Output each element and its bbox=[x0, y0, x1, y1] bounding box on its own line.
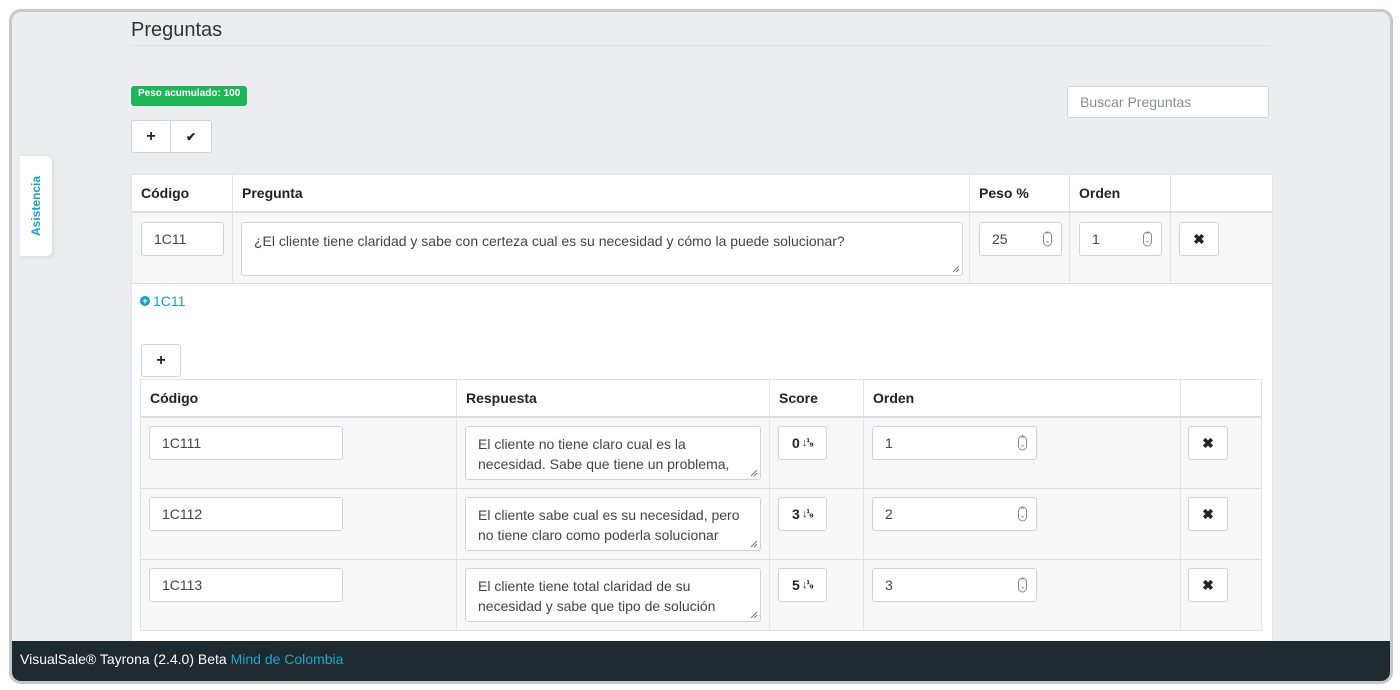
answers-table: Código Respuesta Score Orden 1C111 El cl… bbox=[140, 379, 1262, 631]
row-divider bbox=[132, 283, 1272, 284]
footer: VisualSale® Tayrona (2.4.0) Beta Mind de… bbox=[12, 641, 1390, 681]
weight-stepper[interactable]: 25 ⌃ ⌄ bbox=[979, 222, 1062, 256]
close-icon: ✖ bbox=[1202, 505, 1214, 522]
sort-numeric-icon: ↓¹₉ bbox=[801, 508, 814, 520]
asistencia-side-tab[interactable]: Asistencia bbox=[20, 155, 53, 257]
answer-code-field[interactable]: 1C113 bbox=[149, 568, 343, 602]
score-selector[interactable]: 5 ↓¹₉ bbox=[778, 568, 827, 602]
col-divider bbox=[769, 418, 770, 630]
plus-circle-icon: + bbox=[140, 296, 150, 306]
check-icon: ✔ bbox=[185, 129, 197, 144]
confirm-button[interactable]: ✔ bbox=[171, 120, 212, 153]
delete-answer-button[interactable]: ✖ bbox=[1188, 497, 1228, 531]
col-divider bbox=[1180, 418, 1181, 630]
plus-icon: + bbox=[146, 127, 156, 145]
score-value: 3 bbox=[792, 506, 800, 522]
close-icon: ✖ bbox=[1202, 434, 1214, 451]
app-window: Asistencia Preguntas Peso acumulado: 100… bbox=[9, 9, 1393, 684]
answers-toggle[interactable]: + 1C11 bbox=[140, 293, 185, 309]
close-icon: ✖ bbox=[1202, 576, 1214, 593]
add-answer-button[interactable]: + bbox=[141, 344, 181, 377]
answers-header-score: Score bbox=[770, 380, 864, 417]
delete-question-button[interactable]: ✖ bbox=[1179, 222, 1219, 256]
header-codigo: Código bbox=[132, 175, 233, 212]
peso-acumulado-badge: Peso acumulado: 100 bbox=[131, 86, 248, 106]
stepper-arrows-icon[interactable]: ⌃ ⌄ bbox=[1018, 506, 1027, 522]
score-value: 0 bbox=[792, 435, 800, 451]
header-actions bbox=[1171, 175, 1272, 212]
answer-code-field[interactable]: 1C111 bbox=[149, 426, 343, 460]
answer-order-value: 2 bbox=[885, 506, 893, 522]
footer-company-link[interactable]: Mind de Colombia bbox=[231, 651, 344, 667]
answers-header-actions bbox=[1181, 380, 1261, 417]
col-divider bbox=[456, 418, 457, 630]
plus-icon: + bbox=[156, 351, 166, 369]
toolbar: + ✔ bbox=[131, 120, 212, 153]
weight-value: 25 bbox=[992, 231, 1008, 247]
col-divider bbox=[863, 418, 864, 630]
col-divider bbox=[969, 213, 970, 283]
add-question-button[interactable]: + bbox=[131, 120, 171, 153]
search-input[interactable] bbox=[1067, 86, 1269, 118]
resize-grip-icon[interactable] bbox=[952, 265, 960, 273]
answer-order-value: 1 bbox=[885, 435, 893, 451]
order-value: 1 bbox=[1092, 231, 1100, 247]
resize-grip-icon[interactable] bbox=[750, 611, 758, 619]
asistencia-label: Asistencia bbox=[29, 175, 43, 237]
footer-product: VisualSale® Tayrona (2.4.0) Beta bbox=[20, 651, 227, 667]
sort-numeric-icon: ↓¹₉ bbox=[801, 579, 814, 591]
answer-order-stepper[interactable]: 3 ⌃ ⌄ bbox=[872, 568, 1037, 602]
answer-code-field[interactable]: 1C112 bbox=[149, 497, 343, 531]
answers-header-codigo: Código bbox=[141, 380, 457, 417]
header-pregunta: Pregunta bbox=[233, 175, 970, 212]
delete-answer-button[interactable]: ✖ bbox=[1188, 426, 1228, 460]
answer-text-field[interactable]: El cliente tiene total claridad de su ne… bbox=[465, 568, 761, 622]
col-divider bbox=[232, 213, 233, 283]
answers-header-orden: Orden bbox=[864, 380, 1181, 417]
answer-order-stepper[interactable]: 1 ⌃ ⌄ bbox=[872, 426, 1037, 460]
answer-text: El cliente tiene total claridad de su ne… bbox=[478, 578, 716, 621]
title-divider bbox=[131, 45, 1271, 46]
answer-order-stepper[interactable]: 2 ⌃ ⌄ bbox=[872, 497, 1037, 531]
sort-numeric-icon: ↓¹₉ bbox=[801, 437, 814, 449]
resize-grip-icon[interactable] bbox=[750, 540, 758, 548]
questions-panel: Código Pregunta Peso % Orden 1C11 ¿El cl… bbox=[131, 174, 1273, 656]
score-selector[interactable]: 0 ↓¹₉ bbox=[778, 426, 827, 460]
answer-text-field[interactable]: El cliente no tiene claro cual es la nec… bbox=[465, 426, 761, 480]
question-text-field[interactable]: ¿El cliente tiene claridad y sabe con ce… bbox=[241, 222, 963, 276]
stepper-arrows-icon[interactable]: ⌃ ⌄ bbox=[1143, 231, 1152, 247]
stepper-arrows-icon[interactable]: ⌃ ⌄ bbox=[1018, 577, 1027, 593]
question-text: ¿El cliente tiene claridad y sabe con ce… bbox=[254, 233, 845, 249]
answers-toggle-label: 1C11 bbox=[153, 293, 186, 309]
header-peso: Peso % bbox=[970, 175, 1070, 212]
stepper-arrows-icon[interactable]: ⌃ ⌄ bbox=[1043, 231, 1052, 247]
col-divider bbox=[1069, 213, 1070, 283]
answers-header-respuesta: Respuesta bbox=[457, 380, 770, 417]
answer-text: El cliente sabe cual es su necesidad, pe… bbox=[478, 507, 740, 543]
answer-text-field[interactable]: El cliente sabe cual es su necesidad, pe… bbox=[465, 497, 761, 551]
stepper-arrows-icon[interactable]: ⌃ ⌄ bbox=[1018, 435, 1027, 451]
page-title: Preguntas bbox=[131, 19, 223, 41]
score-value: 5 bbox=[792, 577, 800, 593]
answer-text: El cliente no tiene claro cual es la nec… bbox=[478, 436, 730, 479]
score-selector[interactable]: 3 ↓¹₉ bbox=[778, 497, 827, 531]
close-icon: ✖ bbox=[1193, 230, 1205, 247]
question-code-field[interactable]: 1C11 bbox=[141, 222, 224, 256]
order-stepper[interactable]: 1 ⌃ ⌄ bbox=[1079, 222, 1162, 256]
delete-answer-button[interactable]: ✖ bbox=[1188, 568, 1228, 602]
col-divider bbox=[1170, 213, 1171, 283]
header-orden: Orden bbox=[1070, 175, 1171, 212]
answer-order-value: 3 bbox=[885, 577, 893, 593]
resize-grip-icon[interactable] bbox=[750, 469, 758, 477]
